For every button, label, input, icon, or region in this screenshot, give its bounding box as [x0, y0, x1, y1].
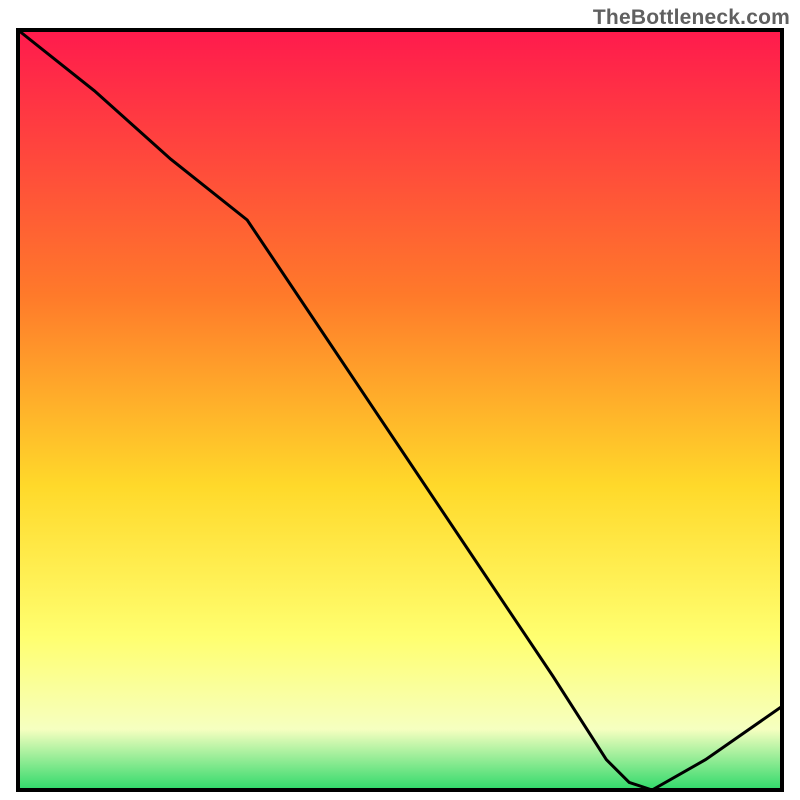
attribution-text: TheBottleneck.com	[593, 6, 790, 30]
plot-background	[18, 30, 782, 790]
bottleneck-chart	[0, 0, 800, 800]
